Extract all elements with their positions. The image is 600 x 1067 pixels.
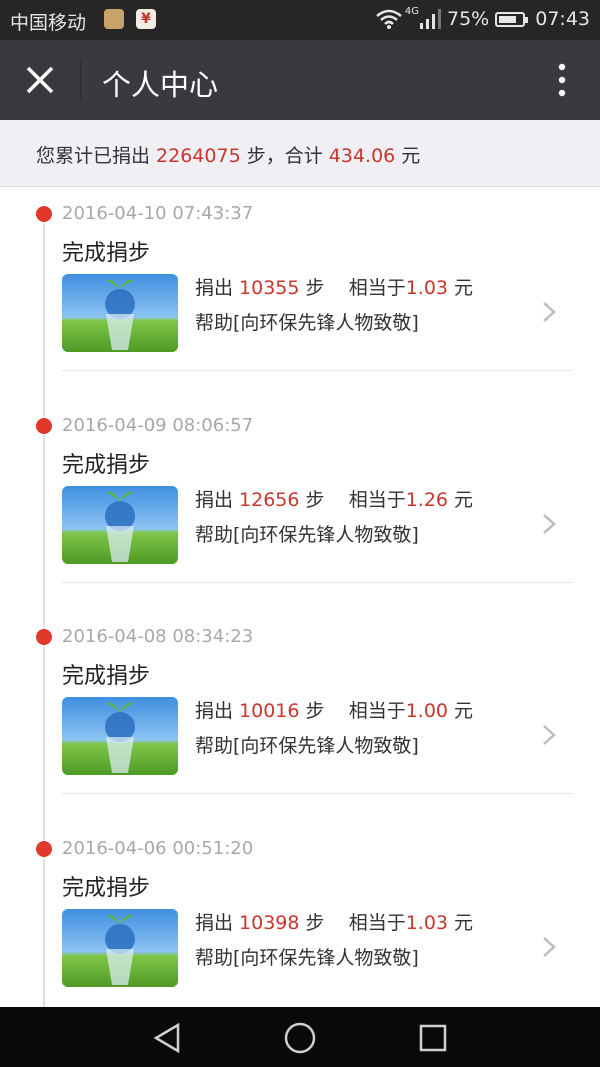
project-thumbnail[interactable] (62, 697, 178, 775)
chevron-right-icon[interactable] (540, 723, 558, 747)
project-thumbnail[interactable] (62, 909, 178, 987)
battery-fill (499, 15, 516, 23)
wifi-icon (376, 9, 402, 29)
system-nav-bar (0, 1007, 600, 1067)
summary-prefix: 您累计已捐出 (36, 145, 157, 167)
total-steps: 2264075 (156, 145, 241, 167)
entry-steps: 12656 (239, 489, 300, 511)
entry-status: 完成捐步 (62, 453, 151, 478)
status-bar: 中国移动 ¥ 4G 75% 07:43 (0, 0, 600, 40)
summary-suffix: 元 (395, 145, 421, 167)
entry-timestamp: 2016-04-08 08:34:23 (62, 626, 254, 647)
entry-steps: 10398 (239, 912, 300, 934)
timeline-dot (36, 206, 52, 222)
entry-separator (62, 370, 572, 371)
more-vertical-icon[interactable] (554, 62, 570, 98)
entry-status: 完成捐步 (62, 664, 151, 689)
chevron-right-icon[interactable] (540, 300, 558, 324)
donation-entry: 2016-04-06 00:51:20 完成捐步 捐出 10398 步 相当于1… (0, 823, 600, 1007)
entry-project: 帮助[向环保先锋人物致敬] (195, 524, 419, 546)
donation-entry: 2016-04-08 08:34:23 完成捐步 捐出 10016 步 相当于1… (0, 611, 600, 823)
entry-amount: 1.03 (405, 277, 449, 299)
page-title: 个人中心 (102, 68, 219, 102)
battery-icon (495, 11, 529, 27)
battery-percent: 75% (447, 8, 490, 30)
entry-donation-line: 捐出 12656 步 相当于1.26 元 (195, 485, 473, 512)
entry-amount: 1.03 (405, 912, 449, 934)
entry-status: 完成捐步 (62, 241, 151, 266)
timeline-dot (36, 629, 52, 645)
steps-suffix: 步 相当于 (299, 277, 406, 299)
entry-separator (62, 793, 572, 794)
total-amount: 434.06 (328, 145, 396, 167)
entry-timestamp: 2016-04-06 00:51:20 (62, 838, 254, 859)
entry-steps: 10355 (239, 277, 300, 299)
entry-donation-line: 捐出 10355 步 相当于1.03 元 (195, 273, 473, 300)
network-type-label: 4G (404, 5, 419, 17)
project-thumbnail[interactable] (62, 486, 178, 564)
donated-label: 捐出 (195, 912, 240, 934)
donation-timeline: 2016-04-10 07:43:37 完成捐步 捐出 10355 步 相当于1… (0, 188, 600, 1007)
header-bar: 个人中心 (0, 40, 600, 120)
donation-entry: 2016-04-10 07:43:37 完成捐步 捐出 10355 步 相当于1… (0, 188, 600, 400)
summary-mid: 步，合计 (240, 145, 329, 167)
carrier-label: 中国移动 (10, 12, 87, 34)
donated-label: 捐出 (195, 277, 240, 299)
amount-suffix: 元 (448, 700, 474, 722)
header-divider (80, 60, 81, 100)
home-circle-icon[interactable] (283, 1021, 317, 1055)
close-icon[interactable] (22, 62, 58, 98)
entry-donation-line: 捐出 10398 步 相当于1.03 元 (195, 908, 473, 935)
amount-suffix: 元 (448, 912, 474, 934)
donation-entry: 2016-04-09 08:06:57 完成捐步 捐出 12656 步 相当于1… (0, 400, 600, 612)
steps-suffix: 步 相当于 (299, 489, 406, 511)
signal-icon (420, 9, 441, 29)
entry-steps: 10016 (239, 700, 300, 722)
recents-square-icon[interactable] (416, 1021, 450, 1055)
entry-timestamp: 2016-04-10 07:43:37 (62, 203, 254, 224)
project-thumbnail[interactable] (62, 274, 178, 352)
back-triangle-icon[interactable] (150, 1021, 184, 1055)
entry-separator (62, 582, 572, 583)
timeline-dot (36, 841, 52, 857)
notification-app-icon (104, 9, 124, 29)
steps-suffix: 步 相当于 (299, 912, 406, 934)
wallet-notification-icon: ¥ (136, 9, 156, 29)
donated-label: 捐出 (195, 700, 240, 722)
entry-status: 完成捐步 (62, 876, 151, 901)
entry-amount: 1.00 (405, 700, 449, 722)
entry-project: 帮助[向环保先锋人物致敬] (195, 947, 419, 969)
chevron-right-icon[interactable] (540, 935, 558, 959)
amount-suffix: 元 (448, 489, 474, 511)
clock: 07:43 (535, 8, 590, 30)
entry-timestamp: 2016-04-09 08:06:57 (62, 415, 254, 436)
timeline-dot (36, 418, 52, 434)
entry-amount: 1.26 (405, 489, 449, 511)
entry-donation-line: 捐出 10016 步 相当于1.00 元 (195, 696, 473, 723)
entry-project: 帮助[向环保先锋人物致敬] (195, 735, 419, 757)
chevron-right-icon[interactable] (540, 512, 558, 536)
entry-project: 帮助[向环保先锋人物致敬] (195, 312, 419, 334)
steps-suffix: 步 相当于 (299, 700, 406, 722)
amount-suffix: 元 (448, 277, 474, 299)
donation-summary: 您累计已捐出 2264075 步，合计 434.06 元 (0, 120, 600, 187)
donated-label: 捐出 (195, 489, 240, 511)
